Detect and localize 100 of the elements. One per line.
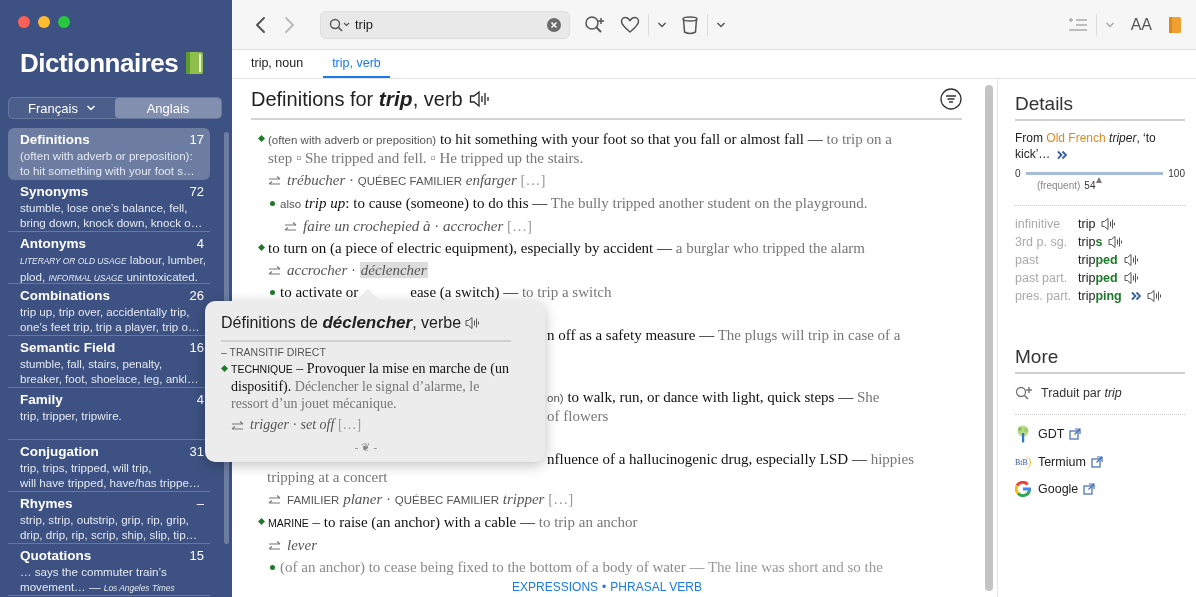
form-word: tripped bbox=[1078, 252, 1118, 268]
scrollbar[interactable] bbox=[985, 85, 993, 591]
search-icon bbox=[329, 17, 351, 32]
more-icon[interactable] bbox=[1130, 291, 1141, 301]
sidebar-item[interactable]: Rhymes – strip, strip, outstrip, grip, rip, grip, drip, drip, rip, scrip, ship, slip, tip… bbox=[8, 492, 210, 544]
form-label: infinitive bbox=[1015, 216, 1062, 232]
item-title: Antonyms bbox=[20, 235, 86, 252]
item-title: Family bbox=[20, 391, 63, 408]
form-label: pres. part. bbox=[1015, 288, 1073, 304]
bullet-icon bbox=[258, 518, 265, 525]
form-word: trip bbox=[1078, 216, 1096, 232]
bin-icon[interactable] bbox=[681, 14, 699, 35]
chevron-icon[interactable] bbox=[657, 20, 667, 29]
grammar-label: – TRANSITIF DIRECT bbox=[221, 346, 327, 358]
item-summary: plod, INFORMAL USAGE unintoxicated. bbox=[20, 269, 199, 285]
section-link[interactable]: EXPRESSIONS bbox=[512, 580, 599, 594]
item-count: 31 bbox=[189, 443, 204, 460]
heart-icon[interactable] bbox=[620, 15, 640, 34]
font-size-button[interactable]: AA bbox=[1128, 15, 1154, 34]
book-icon bbox=[184, 51, 205, 75]
item-summary: (often with adverb or preposition): bbox=[20, 148, 194, 163]
entry-tab[interactable]: trip, verb bbox=[323, 50, 390, 78]
chevron-icon[interactable] bbox=[716, 20, 726, 29]
speaker-icon[interactable] bbox=[1146, 289, 1161, 303]
bullet-icon bbox=[221, 365, 228, 372]
item-count: 72 bbox=[189, 183, 204, 200]
popover-heading: Définitions de déclencher, verbe bbox=[221, 313, 462, 333]
item-count: 16 bbox=[189, 339, 204, 356]
item-summary: stumble, lose one’s balance, fell, bbox=[20, 200, 189, 215]
definition-text: to turn on (a piece of electric equipment), especially by accident — a burglar who tripped the alarm bbox=[268, 239, 865, 257]
zoom-in-icon bbox=[1015, 386, 1033, 400]
translation-text: FAMILIER planer · QUÉBEC FAMILIER tripper […] bbox=[287, 490, 574, 509]
speaker-icon[interactable] bbox=[1108, 235, 1123, 249]
back-button[interactable] bbox=[254, 14, 268, 35]
external-link[interactable]: Google bbox=[1038, 482, 1079, 496]
form-word: tripped bbox=[1078, 270, 1118, 286]
item-count: 4 bbox=[196, 235, 204, 252]
frequency-value: 54 bbox=[1084, 180, 1096, 191]
definition-text: n off as a safety measure — The plugs will trip in case of a bbox=[547, 326, 901, 344]
section-link[interactable]: PHRASAL VERB bbox=[610, 580, 702, 594]
language-tab[interactable]: Français bbox=[9, 98, 115, 118]
external-link[interactable]: GDT bbox=[1038, 427, 1065, 441]
definition-text: (of an anchor) to cease being fixed to the bottom of a body of water — The line was short and so the bbox=[280, 558, 883, 576]
details-title: Details bbox=[1015, 93, 1185, 121]
form-label: past part. bbox=[1015, 270, 1069, 286]
search-field[interactable]: trip bbox=[320, 10, 570, 39]
entry-tab[interactable]: trip, noun bbox=[242, 50, 313, 78]
swap-icon bbox=[268, 265, 281, 275]
item-summary: will have tripped, have/has trippe… bbox=[20, 475, 202, 490]
translation-text: accrocher · déclencher bbox=[287, 261, 428, 279]
item-count: 26 bbox=[189, 287, 204, 304]
item-summary: bring down, knock down, knock o… bbox=[20, 215, 204, 230]
speaker-icon[interactable] bbox=[468, 90, 491, 108]
sidebar-item[interactable]: Definitions 17 (often with adverb or preposition): to hit something with your foot s… bbox=[8, 128, 210, 180]
external-link-icon[interactable] bbox=[1069, 428, 1082, 440]
close-button[interactable] bbox=[18, 16, 30, 28]
item-count: 17 bbox=[189, 131, 204, 148]
translation-text: trigger · set off […] bbox=[250, 416, 362, 433]
item-summary: strip, strip, outstrip, grip, rip, grip, bbox=[20, 512, 190, 527]
menu-icon[interactable] bbox=[940, 88, 962, 110]
item-title: Quotations bbox=[20, 547, 92, 564]
sidebar-item[interactable]: Antonyms 4 LITERARY OR OLD USAGE labour, lumber, plod, INFORMAL USAGE unintoxicated. bbox=[8, 232, 210, 284]
item-title: Semantic Field bbox=[20, 339, 116, 356]
more-icon[interactable] bbox=[1056, 149, 1067, 160]
sidebar-item[interactable]: Quotations 15 … says the commuter train’s movement… — Los Angeles Times bbox=[8, 544, 210, 596]
translation-text: trébucher · QUÉBEC FAMILIER enfarger […] bbox=[287, 171, 546, 190]
bullet-icon bbox=[270, 290, 275, 295]
external-link-icon[interactable] bbox=[1090, 456, 1103, 468]
translated-by-link[interactable]: Traduit par trip bbox=[1041, 386, 1122, 400]
item-title: Combinations bbox=[20, 287, 110, 304]
item-summary: movement… — Los Angeles Times bbox=[20, 579, 176, 595]
swap-icon bbox=[268, 175, 281, 185]
bullet-icon bbox=[270, 201, 275, 206]
scale-min: 0 bbox=[1015, 168, 1021, 179]
definition-text: on) to walk, run, or dance with light, quick steps — She bbox=[547, 388, 880, 407]
speaker-icon[interactable] bbox=[1101, 217, 1116, 231]
definition-text: tripping at a concert bbox=[267, 468, 388, 486]
definition-text: TECHNIQUE – Provoquer la mise en marche de (un dispositif). Déclencher le signal d’alarme, le ressort d’un jouet mécanique. bbox=[231, 360, 510, 412]
item-summary: trip, trips, tripped, will trip, bbox=[20, 460, 153, 475]
speaker-icon[interactable] bbox=[465, 316, 480, 330]
external-link[interactable]: Termium bbox=[1037, 455, 1086, 469]
minimize-button[interactable] bbox=[38, 16, 50, 28]
definition-text: ease (a switch) — to trip a switch bbox=[410, 283, 612, 301]
speaker-icon[interactable] bbox=[1123, 271, 1138, 285]
form-label: 3rd p. sg. bbox=[1015, 234, 1069, 250]
book-icon[interactable] bbox=[1168, 15, 1182, 34]
more-title: More bbox=[1015, 346, 1185, 374]
g-logo-icon bbox=[1015, 481, 1031, 497]
sidebar-item[interactable]: Synonyms 72 stumble, lose one’s balance, fell, bring down, knock down, knock o… bbox=[8, 180, 210, 232]
external-link-icon[interactable] bbox=[1083, 483, 1096, 495]
chevron-icon bbox=[85, 104, 96, 112]
zoom-in-icon[interactable] bbox=[584, 14, 606, 35]
clear-button[interactable] bbox=[547, 17, 561, 32]
etymology-text: From Old French triper, ‘to kick’… bbox=[1015, 130, 1157, 162]
item-summary: one’s feet trip, trip a player, trip o… bbox=[20, 319, 201, 334]
definition-text: MARINE – to raise (an anchor) with a cable — to trip an anchor bbox=[268, 513, 638, 532]
item-title: Synonyms bbox=[20, 183, 89, 200]
zoom-button[interactable] bbox=[58, 16, 70, 28]
translation-text: faire un crochepied à · accrocher […] bbox=[303, 217, 533, 235]
speaker-icon[interactable] bbox=[1123, 253, 1138, 267]
